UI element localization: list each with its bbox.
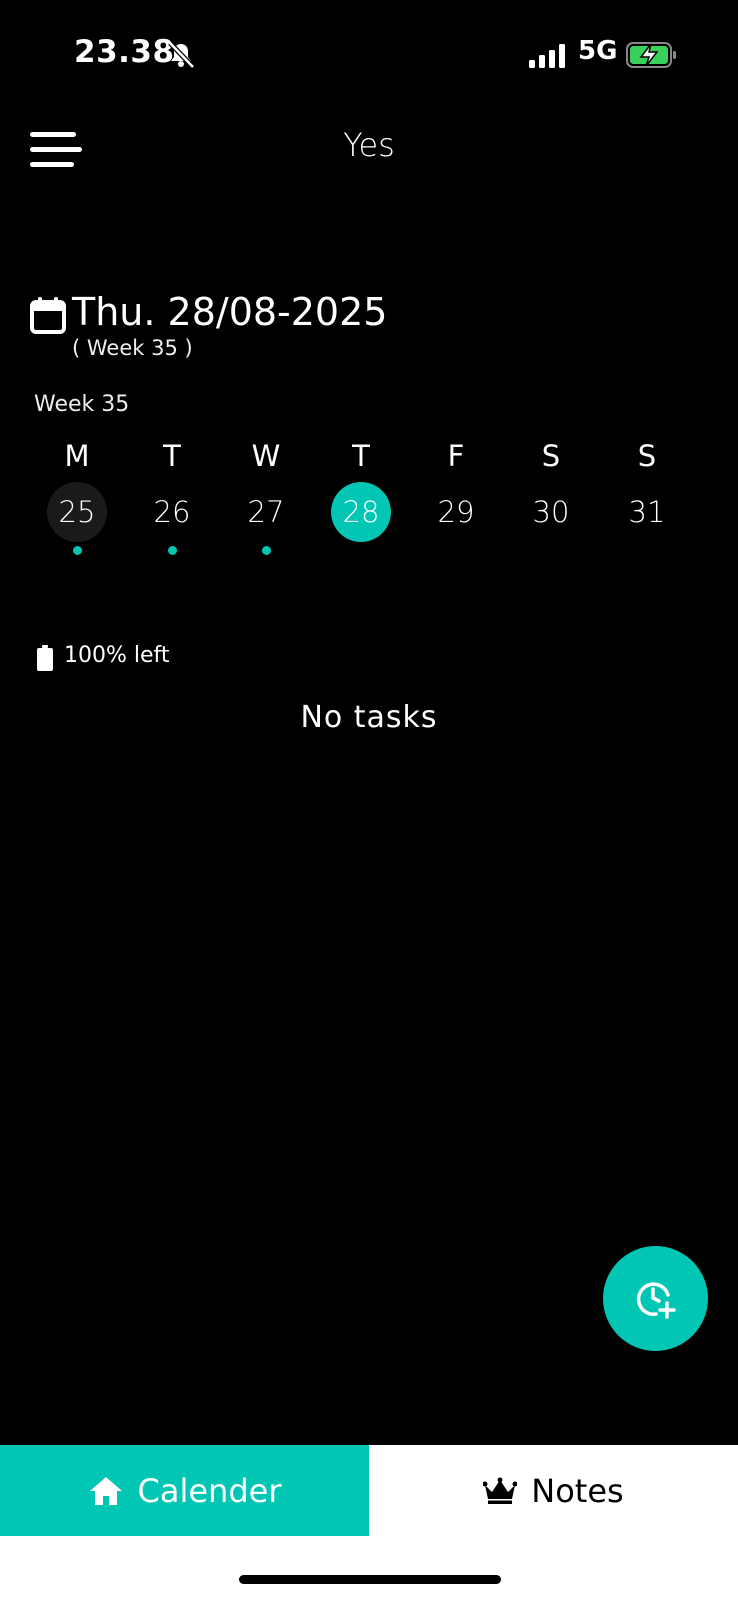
day-letter: S bbox=[541, 439, 561, 473]
day-number: 31 bbox=[628, 495, 666, 529]
empty-tasks-text: No tasks bbox=[300, 700, 438, 735]
day-tuesday[interactable]: T 26 bbox=[142, 436, 202, 555]
week-day-strip: M 25 T 26 W 27 T 28 F 29 S 30 S 31 bbox=[29, 436, 719, 556]
tab-calendar-label: Calender bbox=[137, 1471, 282, 1510]
page-title: Yes bbox=[343, 126, 395, 164]
date-title: Thu. 28/08-2025 bbox=[72, 290, 388, 334]
event-dot bbox=[167, 546, 177, 555]
date-week-subtitle: ( Week 35 ) bbox=[72, 336, 193, 360]
day-wednesday[interactable]: W 27 bbox=[236, 436, 296, 555]
clock-plus-icon bbox=[636, 1281, 676, 1319]
tab-calendar[interactable]: Calender bbox=[0, 1445, 369, 1536]
day-letter: M bbox=[64, 439, 90, 473]
day-letter: F bbox=[447, 439, 465, 473]
status-time: 23.38 bbox=[74, 34, 175, 70]
day-number: 29 bbox=[437, 495, 475, 529]
day-number: 25 bbox=[47, 482, 107, 542]
day-letter: S bbox=[637, 439, 657, 473]
tab-notes[interactable]: Notes bbox=[369, 1445, 738, 1536]
week-label: Week 35 bbox=[34, 392, 130, 417]
battery-charging-icon bbox=[626, 42, 676, 68]
add-task-button[interactable] bbox=[603, 1246, 708, 1351]
signal-icon bbox=[529, 44, 565, 68]
bottom-nav: Calender Notes bbox=[0, 1445, 738, 1536]
day-sunday[interactable]: S 31 bbox=[617, 436, 677, 555]
day-friday[interactable]: F 29 bbox=[426, 436, 486, 555]
event-dot bbox=[261, 546, 271, 555]
home-icon bbox=[89, 1476, 122, 1505]
remaining-text: 100% left bbox=[64, 643, 170, 668]
tab-notes-label: Notes bbox=[531, 1471, 624, 1510]
crown-icon bbox=[483, 1477, 518, 1504]
day-letter: T bbox=[163, 439, 181, 473]
day-number: 26 bbox=[153, 495, 191, 529]
day-number-selected: 28 bbox=[331, 482, 391, 542]
day-monday[interactable]: M 25 bbox=[47, 436, 107, 555]
network-type: 5G bbox=[578, 36, 618, 66]
event-dot bbox=[72, 546, 82, 555]
battery-icon bbox=[37, 645, 53, 671]
home-indicator[interactable] bbox=[239, 1575, 501, 1584]
day-letter: T bbox=[352, 439, 370, 473]
calendar-icon bbox=[30, 297, 66, 334]
day-number: 27 bbox=[247, 495, 285, 529]
day-letter: W bbox=[251, 439, 281, 473]
day-number: 30 bbox=[532, 495, 570, 529]
day-thursday[interactable]: T 28 bbox=[331, 436, 391, 555]
bell-off-icon bbox=[168, 41, 195, 69]
home-indicator-area bbox=[0, 1536, 738, 1600]
day-saturday[interactable]: S 30 bbox=[521, 436, 581, 555]
